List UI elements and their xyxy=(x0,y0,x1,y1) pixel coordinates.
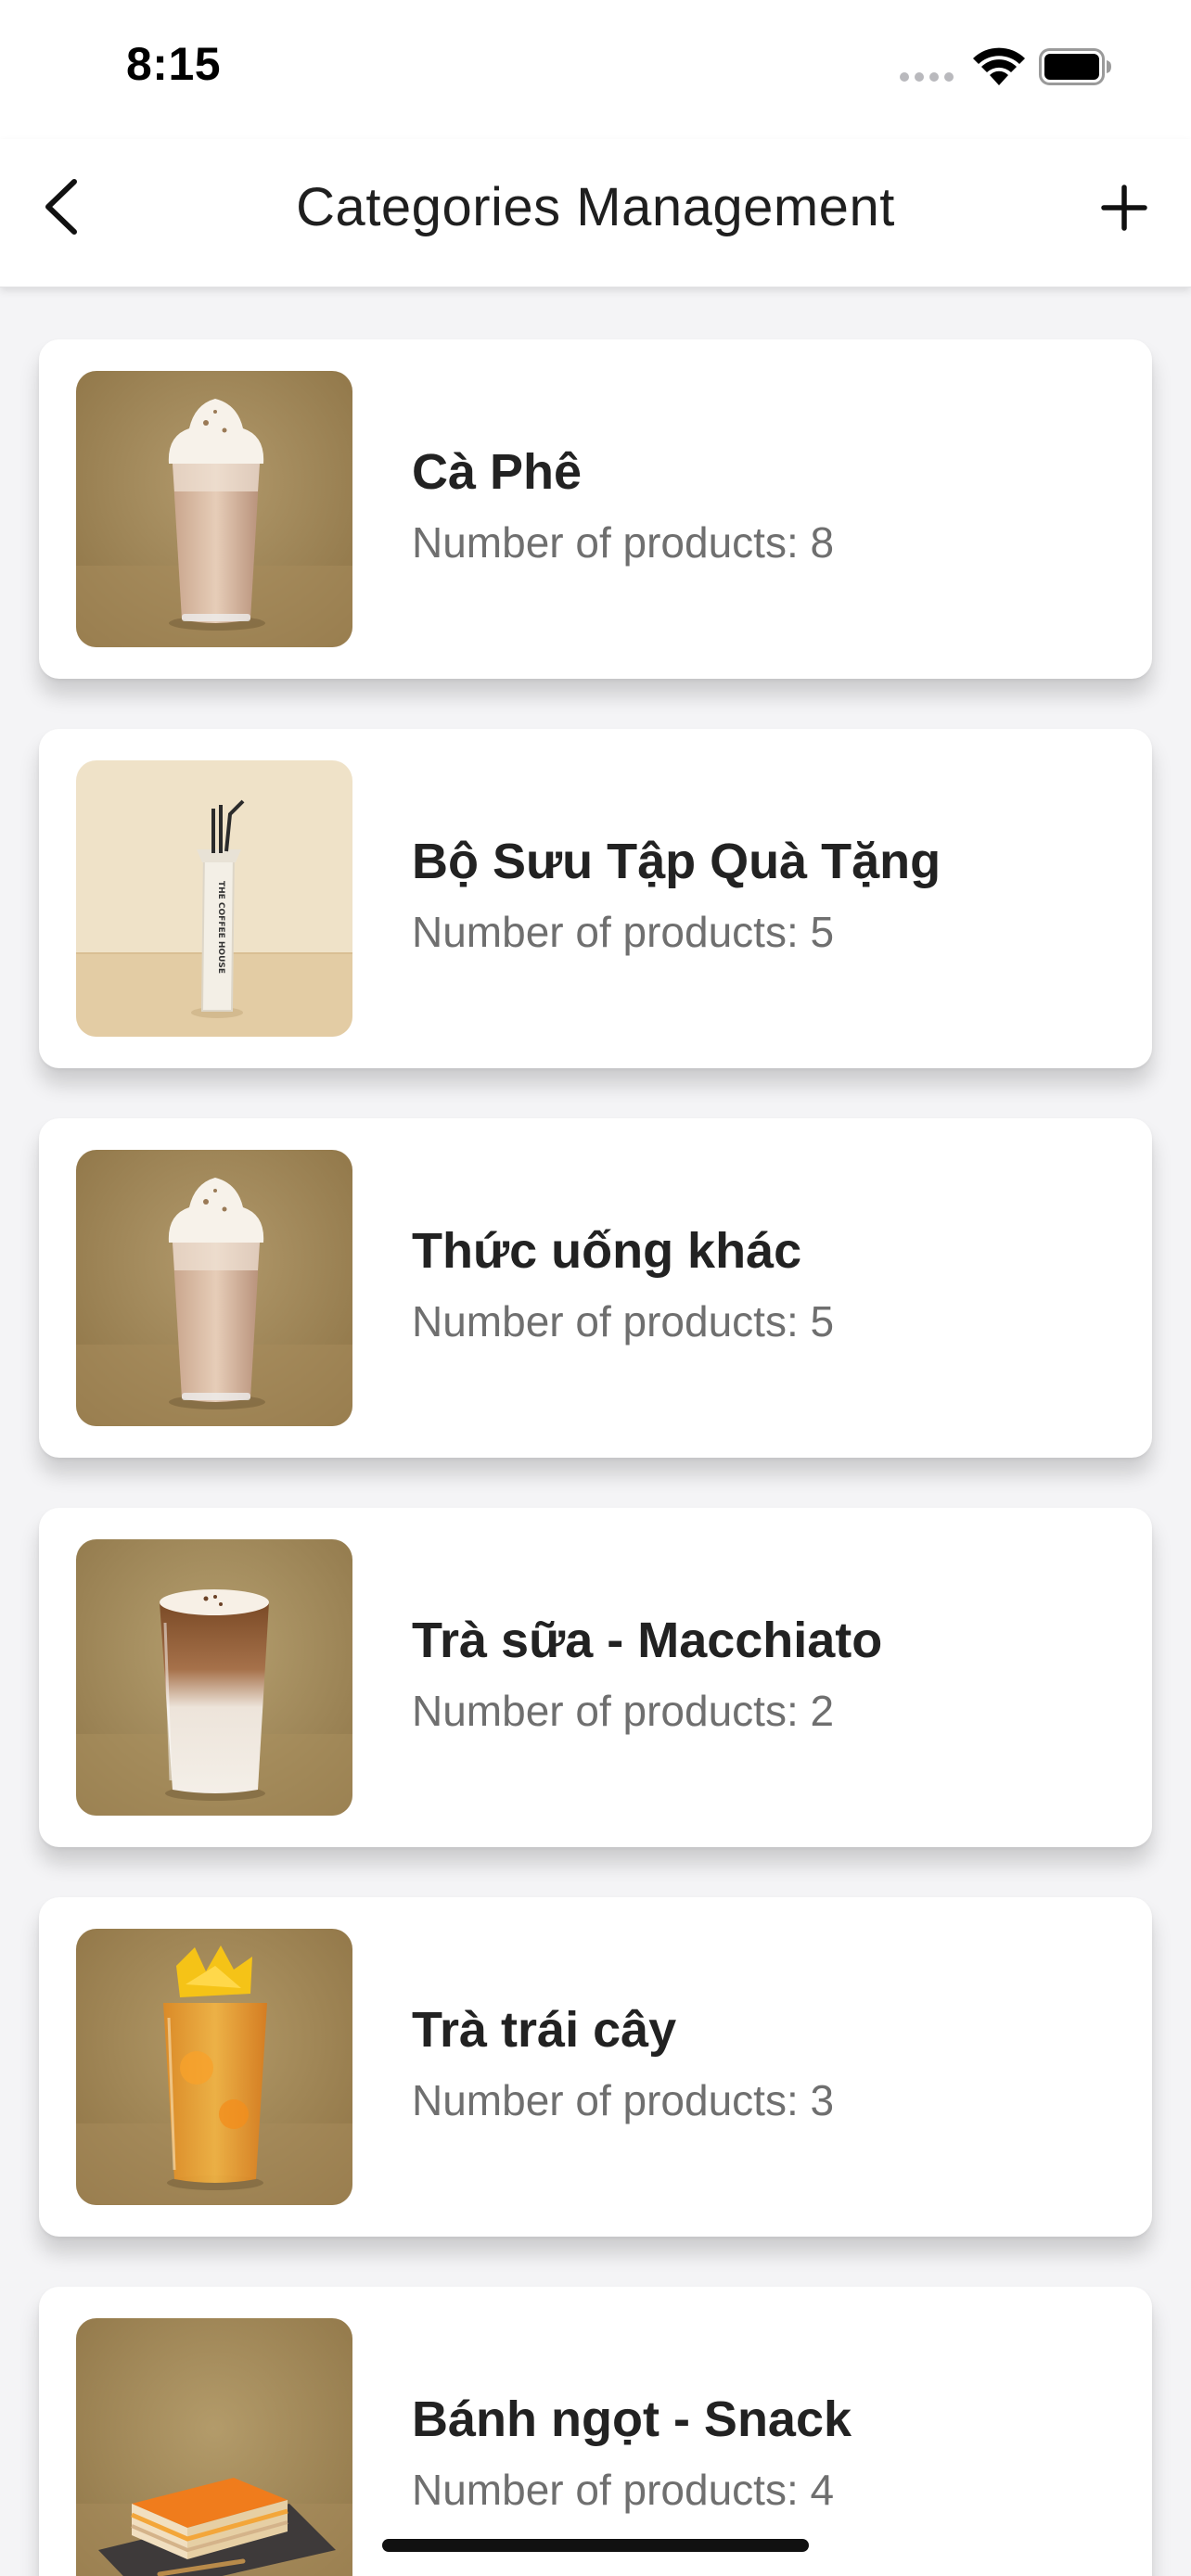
category-thumbnail xyxy=(76,371,352,647)
plus-icon[interactable] xyxy=(1096,180,1152,236)
categories-screen: 8:15 Categories Management Cà Phê Number… xyxy=(0,0,1191,2576)
category-product-count: Number of products: 5 xyxy=(412,1297,835,1345)
category-card[interactable]: Trà trái cây Number of products: 3 xyxy=(39,1897,1152,2237)
category-card[interactable]: Bánh ngọt - Snack Number of products: 4 xyxy=(39,2287,1152,2576)
category-product-count: Number of products: 2 xyxy=(412,1687,835,1735)
page-title: Categories Management xyxy=(296,177,895,237)
navigation-bar: Categories Management xyxy=(0,139,1191,287)
category-card[interactable]: Cà Phê Number of products: 8 xyxy=(39,339,1152,679)
battery-icon xyxy=(1039,48,1111,85)
category-thumbnail xyxy=(76,2318,352,2576)
wifi-icon xyxy=(973,47,1025,85)
category-product-count: Number of products: 4 xyxy=(412,2466,835,2514)
svg-text:THE COFFEE HOUSE: THE COFFEE HOUSE xyxy=(216,881,225,974)
category-name: Bánh ngọt - Snack xyxy=(412,2391,852,2447)
category-thumbnail xyxy=(76,1539,352,1816)
category-name: Trà sữa - Macchiato xyxy=(412,1613,883,1668)
category-thumbnail xyxy=(76,1929,352,2205)
category-name: Trà trái cây xyxy=(412,2002,677,2058)
category-product-count: Number of products: 3 xyxy=(412,2076,835,2124)
category-product-count: Number of products: 5 xyxy=(412,908,835,956)
category-card[interactable]: Thức uống khác Number of products: 5 xyxy=(39,1118,1152,1458)
straw-gift-bag-image: THE COFFEE HOUSE xyxy=(76,760,352,1037)
category-product-count: Number of products: 8 xyxy=(412,518,835,567)
status-time: 8:15 xyxy=(126,38,222,90)
cellular-signal-icon xyxy=(900,72,957,83)
category-name: Bộ Sưu Tập Quà Tặng xyxy=(412,834,941,889)
frappe-drink-image xyxy=(76,1150,352,1426)
category-name: Thức uống khác xyxy=(412,1223,802,1279)
layered-latte-image xyxy=(76,1539,352,1816)
cake-slice-image xyxy=(76,2318,352,2576)
status-bar: 8:15 xyxy=(0,0,1191,139)
category-card[interactable]: THE COFFEE HOUSE Bộ Sưu Tập Quà Tặng Num… xyxy=(39,729,1152,1068)
category-thumbnail: THE COFFEE HOUSE xyxy=(76,760,352,1037)
frappe-drink-image xyxy=(76,371,352,647)
category-card[interactable]: Trà sữa - Macchiato Number of products: … xyxy=(39,1508,1152,1847)
fruit-tea-image xyxy=(76,1929,352,2205)
category-thumbnail xyxy=(76,1150,352,1426)
category-name: Cà Phê xyxy=(412,444,583,500)
home-indicator[interactable] xyxy=(382,2539,809,2552)
